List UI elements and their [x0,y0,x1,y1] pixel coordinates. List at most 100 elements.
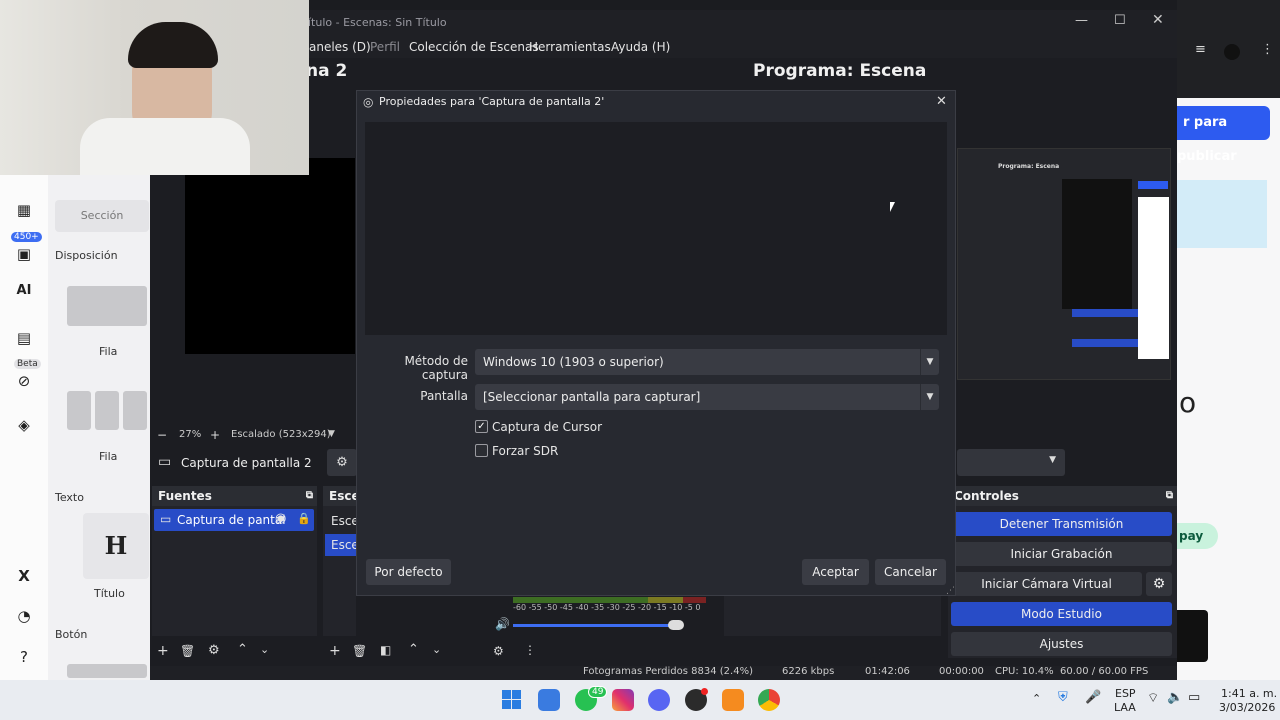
source-item[interactable]: ▭ Captura de pantal ◉ 🔒 [154,509,314,531]
force-sdr-label[interactable]: Forzar SDR [492,444,558,458]
capture-cursor-checkbox[interactable]: ✓ [475,420,488,433]
tray-expand-icon[interactable]: ⌃ [1032,692,1041,705]
profile-avatar[interactable] [1224,44,1240,60]
lock-icon[interactable]: 🔒 [297,512,311,525]
keyboard-layout[interactable]: LAA [1114,701,1136,714]
speaker-icon[interactable]: 🔊 [495,617,510,631]
screen-dropdown-icon: ▼ [920,384,939,410]
brush-icon[interactable]: ⊘ [14,371,34,391]
capture-method-select[interactable]: Windows 10 (1903 o superior) ▼ [475,349,939,375]
audio-scale-tick: -10 [669,603,683,612]
program-mini-page [1138,197,1169,359]
scene-up-icon[interactable]: ⌃ [408,642,419,657]
preview-canvas[interactable] [185,158,355,354]
scene-down-icon[interactable]: ⌄ [432,643,441,656]
audio-scale-tick: -5 [684,603,693,612]
close-window-icon[interactable]: ✕ [1152,12,1164,28]
screen-select[interactable]: [Seleccionar pantalla para capturar] ▼ [475,384,939,410]
store-icon[interactable] [538,689,560,711]
template-icon[interactable]: ▣ [14,244,34,264]
microphone-icon[interactable]: 🎤 [1085,690,1101,705]
stop-stream-button[interactable]: Detener Transmisión [951,512,1172,536]
volume-icon[interactable]: 🔈 [1167,690,1183,705]
clock-date[interactable]: 3/03/2026 [1219,701,1275,714]
scene-filter-icon[interactable]: ◧ [380,643,391,657]
audio-scale-tick: 0 [695,603,701,612]
x-logo-icon[interactable]: X [14,566,34,586]
apps-icon[interactable]: ▦ [14,200,34,220]
menu-help[interactable]: Ayuda (H) [611,40,670,54]
move-down-icon[interactable]: ⌄ [260,643,269,656]
remove-scene-icon[interactable]: 🗑 [352,644,367,658]
chrome-icon[interactable] [758,689,780,711]
button-tile[interactable] [67,664,147,678]
browser-menu-icon[interactable]: ⋮ [1261,42,1274,57]
publish-button[interactable]: r para publicar [1177,106,1270,164]
section-button[interactable]: Sección [55,200,149,232]
help-icon[interactable]: ? [14,647,34,667]
maximize-icon[interactable]: ☐ [1114,13,1126,28]
move-up-icon[interactable]: ⌃ [237,642,248,657]
dialog-close-icon[interactable]: ✕ [936,94,947,109]
source-settings-icon[interactable]: ⚙ [208,643,220,658]
visibility-eye-icon[interactable]: ◉ [275,511,286,526]
fl-studio-icon[interactable] [722,689,744,711]
pay-chip[interactable]: pay [1177,523,1218,549]
start-virtual-camera-button[interactable]: Iniciar Cámara Virtual [951,572,1142,596]
column-tile-1[interactable] [67,391,91,430]
wifi-icon[interactable]: ⌔ [1147,690,1159,706]
menu-docks[interactable]: aneles (D) [309,40,371,54]
ai-icon[interactable]: AI [14,281,34,301]
controls-undock-icon[interactable]: ⧉ [1166,486,1173,506]
sources-list: ▭ Captura de pantal ◉ 🔒 [152,506,317,636]
bitrate: 6226 kbps [782,666,835,677]
playlist-icon[interactable]: ≡ [1195,42,1206,57]
whatsapp-badge: 49 [588,686,608,698]
language-code[interactable]: ESP [1115,687,1136,700]
studio-mode-button[interactable]: Modo Estudio [951,602,1172,626]
zoom-in-icon[interactable]: + [210,428,220,442]
webcam-hair [128,22,218,68]
source-item-name: Captura de pantal [177,513,286,527]
scaling-dropdown-icon[interactable]: ▼ [328,429,335,439]
start-recording-button[interactable]: Iniciar Grabación [951,542,1172,566]
row-tile-1[interactable] [67,286,147,326]
menu-tools[interactable]: Herramientas [529,40,611,54]
source-properties-button[interactable]: ⚙ [327,449,357,476]
column-tile-3[interactable] [123,391,147,430]
instagram-icon[interactable] [612,689,634,711]
minimize-icon[interactable]: — [1075,13,1088,28]
undock-icon[interactable]: ⧉ [306,486,313,506]
cancel-button[interactable]: Cancelar [875,559,946,585]
settings-button[interactable]: Ajustes [951,632,1172,656]
transition-select[interactable]: ▼ [957,449,1065,476]
gauge-icon[interactable]: ◔ [14,606,34,626]
volume-slider-handle[interactable] [668,620,684,630]
add-scene-icon[interactable]: + [329,643,341,659]
menu-profile[interactable]: Perfil [370,40,400,54]
zoom-out-icon[interactable]: − [157,428,167,442]
clock-time[interactable]: 1:41 a. m. [1221,687,1277,700]
layers-icon[interactable]: ◈ [14,415,34,435]
add-source-icon[interactable]: + [157,643,169,659]
stream-time: 01:42:06 [865,666,910,677]
menu-scene-collection[interactable]: Colección de Escenas [409,40,539,54]
column-tile-2[interactable] [95,391,119,430]
document-icon[interactable]: ▤ [14,328,34,348]
windows-start-icon[interactable] [501,689,523,711]
capture-cursor-label[interactable]: Captura de Cursor [492,420,602,434]
mixer-settings-icon[interactable]: ⚙ [493,644,504,658]
force-sdr-checkbox[interactable] [475,444,488,457]
mixer-menu-icon[interactable]: ⋮ [524,643,536,657]
accept-button[interactable]: Aceptar [802,559,869,585]
discord-icon[interactable] [648,689,670,711]
resize-grip-icon[interactable]: ⋰ [946,586,955,596]
volume-slider[interactable] [513,624,683,627]
virtual-camera-settings-icon[interactable]: ⚙ [1146,572,1172,596]
battery-icon[interactable]: ▭ [1188,690,1200,705]
remove-source-icon[interactable]: 🗑 [180,644,195,658]
defaults-button[interactable]: Por defecto [366,559,451,585]
scene-item-2-selected[interactable]: Escen [325,534,366,556]
defender-icon[interactable]: ⛨ [1058,690,1068,705]
heading-tile[interactable]: H [83,513,149,579]
